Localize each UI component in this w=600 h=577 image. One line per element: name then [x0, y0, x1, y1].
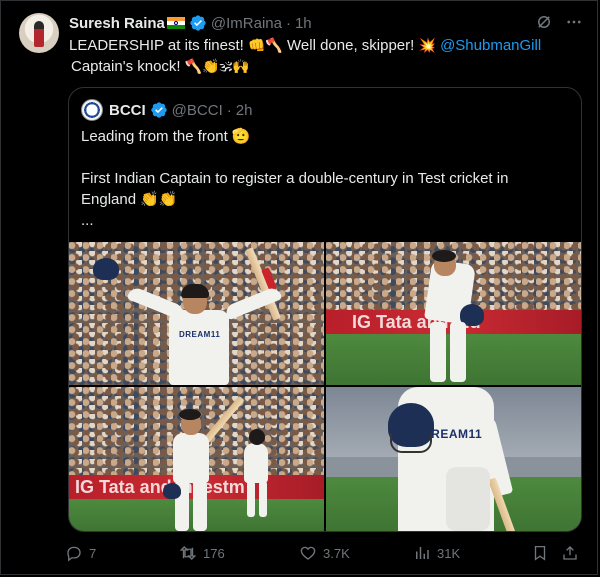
fist-emoji: 👊: [247, 37, 266, 53]
reply-icon: [67, 546, 81, 562]
views-chart-icon: [416, 547, 429, 559]
quote-line-1: Leading from the front 🫡: [81, 128, 251, 145]
tweet-text-part3: Captain's knock!: [71, 58, 185, 75]
repost-button[interactable]: 176: [179, 544, 225, 562]
author-handle[interactable]: @ImRaina: [211, 15, 282, 32]
tweet-text-part2: Well done, skipper!: [282, 37, 419, 54]
quote-author-name[interactable]: BCCI: [109, 102, 146, 119]
quoted-tweet[interactable]: BCCI @BCCI · 2h Leading from the front 🫡…: [68, 87, 582, 532]
verified-badge-icon: [190, 15, 206, 31]
om-hands-emoji: 🕉🙌: [219, 58, 250, 74]
verified-badge-icon: [150, 102, 167, 118]
bat-emoji: 🪓: [265, 37, 283, 53]
reply-count: 7: [89, 545, 97, 561]
share-button[interactable]: [561, 544, 579, 562]
top-actions: [535, 13, 583, 31]
like-button[interactable]: 3.7K: [299, 544, 350, 562]
photo-1[interactable]: DREAM11: [69, 242, 324, 385]
tweet-text: LEADERSHIP at its finest! 👊🪓 Well done, …: [69, 35, 569, 77]
photo-3[interactable]: IG Tata and investm: [69, 387, 324, 531]
quote-timestamp[interactable]: 2h: [236, 102, 253, 119]
bcci-avatar[interactable]: [81, 99, 103, 121]
more-options-icon[interactable]: [565, 13, 583, 31]
tweet-header: Suresh Raina @ImRaina · 1h: [69, 13, 577, 33]
views-button[interactable]: 31K: [413, 544, 460, 562]
quote-line-4: ...: [81, 212, 94, 229]
tweet-card[interactable]: Suresh Raina @ImRaina · 1h LEADERSHIP at…: [0, 0, 598, 575]
photo-grid: DREAM11 IG Tata and Ind IG Tata and inve…: [69, 242, 581, 531]
bookmark-icon: [534, 545, 546, 561]
quote-author-handle[interactable]: @BCCI: [172, 102, 223, 119]
repost-icon: [179, 546, 197, 560]
heart-icon: [300, 546, 316, 560]
bookmark-button[interactable]: [531, 544, 549, 562]
photo-2[interactable]: IG Tata and Ind: [326, 242, 581, 385]
repost-count: 176: [203, 545, 225, 561]
mention-link[interactable]: @ShubmanGill: [436, 37, 541, 54]
india-flag-icon: [166, 17, 185, 29]
reply-button[interactable]: 7: [65, 544, 96, 562]
avatar[interactable]: [19, 13, 59, 53]
quote-line-2: First Indian Captain to register a doubl…: [81, 170, 509, 187]
share-icon: [563, 546, 577, 560]
views-count: 31K: [437, 545, 461, 561]
quote-line-3: England 👏👏: [81, 191, 178, 208]
like-count: 3.7K: [323, 545, 350, 561]
bat-emoji-2: 🪓: [184, 58, 203, 74]
quote-header: BCCI @BCCI · 2h: [81, 98, 252, 122]
separator-dot: ·: [226, 101, 232, 119]
clap-emoji: 👏: [202, 58, 220, 74]
photo-4[interactable]: DREAM11: [326, 387, 581, 531]
author-name[interactable]: Suresh Raina: [69, 15, 165, 32]
tweet-timestamp[interactable]: 1h: [295, 15, 312, 32]
tweet-text-part1: LEADERSHIP at its finest!: [69, 37, 248, 54]
quote-text: Leading from the front 🫡 First Indian Ca…: [81, 126, 571, 231]
separator-dot: ·: [285, 14, 291, 32]
grok-icon[interactable]: [535, 13, 553, 31]
action-bar: 7 176 3.7K 31K: [65, 541, 589, 565]
collision-emoji: 💥: [418, 37, 436, 53]
